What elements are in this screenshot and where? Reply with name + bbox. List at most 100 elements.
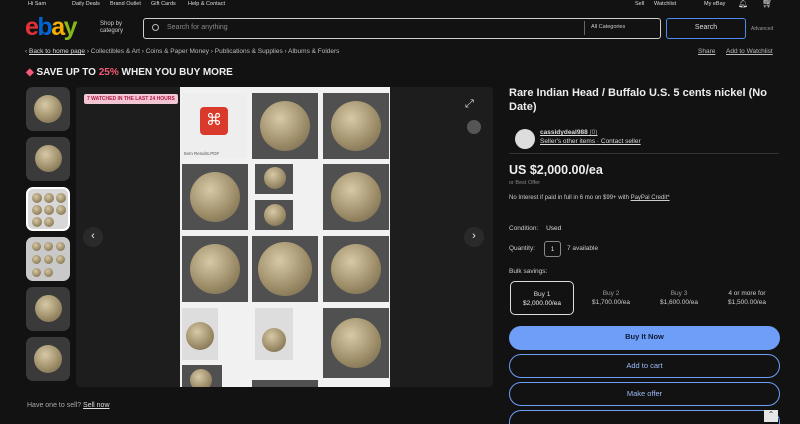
- pdf-tile: ⌘ Item Results.PDF: [182, 93, 247, 158]
- credit-offer: No Interest if paid in full in 6 mo on $…: [509, 195, 670, 201]
- search-divider: [584, 21, 585, 35]
- category-select[interactable]: All Categories: [591, 24, 625, 30]
- coin-photo: [182, 308, 218, 360]
- coin-photo: [255, 164, 293, 194]
- previous-image-button[interactable]: ‹: [83, 227, 103, 247]
- seller-score: (0): [589, 129, 598, 136]
- bulk-tier-buy-3[interactable]: Buy 3 $1,600.00/ea: [647, 281, 711, 315]
- chevron-up-icon: ⌃: [767, 410, 775, 419]
- scroll-to-top-button[interactable]: ⌃: [764, 410, 778, 422]
- search-button[interactable]: Search: [666, 18, 746, 39]
- watchers-badge: 7 WATCHED IN THE LAST 24 HOURS: [84, 94, 178, 104]
- coin-photo: [323, 93, 389, 159]
- watchlist-link[interactable]: Watchlist: [654, 1, 676, 7]
- advanced-search-link[interactable]: Advanced: [751, 26, 773, 32]
- cart-icon[interactable]: 🛒︎: [762, 0, 773, 9]
- buy-it-now-button[interactable]: Buy It Now: [509, 326, 780, 350]
- thumbnail[interactable]: [26, 87, 70, 131]
- search-bar: Search for anything All Categories: [143, 18, 661, 39]
- thumbnail[interactable]: [26, 337, 70, 381]
- paypal-credit-link[interactable]: PayPal Credit*: [631, 195, 670, 201]
- coin-photo: [252, 236, 318, 302]
- quantity-label: Quantity:: [509, 245, 536, 252]
- search-input[interactable]: Search for anything: [167, 24, 228, 31]
- coin-photo: [252, 380, 318, 387]
- image-gallery: 7 WATCHED IN THE LAST 24 HOURS ‹ › ⤢ ⌘ I…: [76, 87, 493, 387]
- bulk-tier-4-plus[interactable]: 4 or more for $1,500.00/ea: [715, 281, 779, 315]
- have-one-to-sell: Have one to sell? Sell now: [27, 402, 110, 409]
- thumbnail[interactable]: [26, 287, 70, 331]
- bulk-tier-buy-1[interactable]: Buy 1 $2,000.00/ea: [510, 281, 574, 315]
- tier-label: 4 or more for: [728, 290, 766, 297]
- sell-link[interactable]: Sell: [635, 1, 644, 7]
- tier-label: Buy 2: [602, 290, 620, 297]
- breadcrumb-item[interactable]: Coins & Paper Money: [146, 48, 209, 55]
- next-image-button[interactable]: ›: [464, 227, 484, 247]
- breadcrumb-item[interactable]: Albums & Folders: [288, 48, 339, 55]
- coin-photo: [252, 93, 318, 159]
- seller-other-items-link[interactable]: Seller's other items: [540, 138, 595, 145]
- condition: Condition: Used: [509, 225, 561, 232]
- more-options-button[interactable]: [467, 120, 481, 134]
- breadcrumb-item[interactable]: Publications & Supplies: [215, 48, 283, 55]
- coin-photo: [255, 200, 293, 230]
- shop-by-category-button[interactable]: Shop by category: [100, 21, 136, 35]
- back-to-home-link[interactable]: Back to home page: [29, 48, 85, 55]
- coin-photo: [182, 365, 222, 387]
- tier-price: $1,700.00/ea: [592, 299, 630, 306]
- seller-links: Seller's other items · Contact seller: [540, 138, 641, 145]
- tag-icon: ◆: [26, 67, 34, 78]
- add-to-watchlist-link[interactable]: Add to Watchlist: [726, 48, 773, 55]
- thumbnail-selected[interactable]: [26, 187, 70, 231]
- tier-price: $1,500.00/ea: [728, 299, 766, 306]
- share-link[interactable]: Share: [698, 48, 715, 55]
- item-title: Rare Indian Head / Buffalo U.S. 5 cents …: [509, 87, 767, 113]
- bulk-savings-label: Bulk savings:: [509, 268, 548, 275]
- expand-icon[interactable]: ⤢: [465, 98, 474, 111]
- credit-text: No Interest if paid in full in 6 mo on $…: [509, 195, 631, 201]
- best-offer-note: or Best Offer: [509, 180, 541, 186]
- pdf-caption: Item Results.PDF: [184, 151, 220, 156]
- tier-label: Buy 3: [670, 290, 688, 297]
- make-offer-button[interactable]: Make offer: [509, 382, 780, 406]
- coin-photo: [255, 308, 293, 360]
- quantity-input[interactable]: 1: [544, 241, 561, 257]
- greeting-link[interactable]: Hi Sam: [28, 1, 46, 7]
- my-ebay-link[interactable]: My eBay: [704, 1, 725, 7]
- seller-avatar[interactable]: [515, 129, 535, 149]
- gift-cards-link[interactable]: Gift Cards: [151, 1, 176, 7]
- top-bar: Hi Sam Daily Deals Brand Outlet Gift Car…: [0, 0, 800, 10]
- thumbnail[interactable]: [26, 237, 70, 281]
- coin-photo: [323, 308, 389, 378]
- coin-photo: [323, 164, 389, 230]
- promo-prefix: SAVE UP TO: [36, 67, 99, 78]
- main-image[interactable]: ⌘ Item Results.PDF: [180, 87, 390, 387]
- add-to-cart-button[interactable]: Add to cart: [509, 354, 780, 378]
- seller-info: cassidydeal988 (0) Seller's other items …: [509, 127, 779, 151]
- sell-now-link[interactable]: Sell now: [83, 402, 109, 409]
- help-contact-link[interactable]: Help & Contact: [188, 1, 225, 7]
- seller-name[interactable]: cassidydeal988 (0): [540, 129, 597, 136]
- brand-outlet-link[interactable]: Brand Outlet: [110, 1, 141, 7]
- tier-price: $1,600.00/ea: [660, 299, 698, 306]
- daily-deals-link[interactable]: Daily Deals: [72, 1, 100, 7]
- coin-photo: [182, 164, 248, 230]
- tier-price: $2,000.00/ea: [523, 300, 561, 307]
- coin-photo: [182, 236, 248, 302]
- condition-label: Condition:: [509, 225, 539, 232]
- condition-value: Used: [546, 225, 562, 232]
- bell-icon[interactable]: 🔔︎: [738, 0, 748, 8]
- contact-seller-link[interactable]: Contact seller: [601, 138, 641, 145]
- ebay-logo[interactable]: ebay: [25, 13, 78, 41]
- chevron-right-icon: ›: [472, 230, 476, 242]
- item-price: US $2,000.00/ea: [509, 163, 603, 177]
- pdf-icon: ⌘: [200, 107, 228, 135]
- thumbnail[interactable]: [26, 137, 70, 181]
- breadcrumb-item[interactable]: Collectibles & Art: [91, 48, 140, 55]
- coin-photo: [323, 236, 389, 302]
- bulk-tier-buy-2[interactable]: Buy 2 $1,700.00/ea: [579, 281, 643, 315]
- divider: [509, 153, 779, 154]
- breadcrumb: ‹ Back to home page › Collectibles & Art…: [25, 48, 339, 55]
- available-count: 7 available: [567, 245, 599, 252]
- sell-question: Have one to sell?: [27, 402, 82, 409]
